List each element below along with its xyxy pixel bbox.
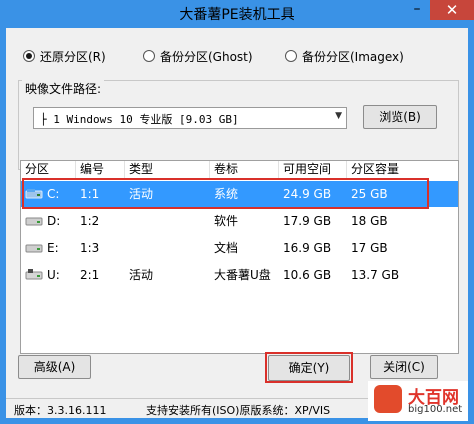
mode-backup-ghost[interactable]: 备份分区(Ghost) [143, 47, 253, 65]
close-window-button[interactable]: ✕ [430, 0, 474, 20]
column-header-type[interactable]: 类型 [125, 161, 210, 178]
partition-drive: E: [47, 241, 59, 255]
chevron-down-icon[interactable]: ▼ [335, 111, 342, 121]
hard-drive-icon [25, 244, 43, 253]
column-header-label[interactable]: 卷标 [210, 161, 279, 178]
image-path-select[interactable]: ├ 1 Windows 10 专业版 [9.03 GB] ▼ [33, 107, 347, 129]
confirm-highlight [265, 352, 353, 383]
partition-drive: U: [47, 268, 60, 282]
column-header-number[interactable]: 编号 [76, 161, 125, 178]
table-row[interactable]: E: 1:3 文档 16.9 GB 17 GB [21, 235, 458, 261]
partition-size: 17 GB [351, 241, 388, 255]
status-info: 支持安装所有(ISO)原版系统：XP/VIS [146, 404, 331, 417]
selected-row-highlight [22, 178, 429, 209]
usb-drive-icon [25, 269, 43, 280]
radio-backup-imagex[interactable] [285, 50, 297, 62]
partition-label: 文档 [214, 241, 239, 255]
partition-drive: D: [47, 214, 61, 228]
column-header-capacity[interactable]: 分区容量 [347, 161, 458, 178]
radio-backup-ghost[interactable] [143, 50, 155, 62]
radio-restore[interactable] [23, 50, 35, 62]
mode-restore[interactable]: 还原分区(R) [23, 47, 106, 65]
partition-free: 16.9 GB [283, 241, 332, 255]
table-row[interactable]: D: 1:2 软件 17.9 GB 18 GB [21, 208, 458, 234]
column-header-free-space[interactable]: 可用空间 [279, 161, 347, 178]
partition-size: 13.7 GB [351, 268, 400, 282]
radio-backup-imagex-label[interactable]: 备份分区(Imagex) [302, 48, 404, 65]
table-row[interactable]: U: 2:1 活动 大番薯U盘 10.6 GB 13.7 GB [21, 262, 458, 288]
watermark: 大百网 big100.net [368, 381, 468, 421]
watermark-url: big100.net [408, 404, 463, 415]
mode-backup-imagex[interactable]: 备份分区(Imagex) [285, 47, 404, 65]
advanced-button[interactable]: 高级(A) [18, 355, 91, 379]
window-title: 大番薯PE装机工具 [179, 7, 295, 23]
hard-drive-icon [25, 217, 43, 226]
browse-button[interactable]: 浏览(B) [363, 105, 437, 129]
column-header-partition[interactable]: 分区 [21, 161, 76, 178]
partition-label: 大番薯U盘 [214, 268, 271, 282]
brand-logo-icon [374, 385, 402, 413]
image-path-label: 映像文件路径: [22, 80, 105, 97]
radio-restore-label[interactable]: 还原分区(R) [40, 48, 106, 65]
partition-free: 10.6 GB [283, 268, 332, 282]
partition-label: 软件 [214, 214, 239, 228]
partition-number: 2:1 [80, 268, 100, 282]
partition-number: 1:3 [80, 241, 100, 255]
partition-type: 活动 [129, 268, 154, 282]
partition-number: 1:2 [80, 214, 100, 228]
minimize-button[interactable]: – [404, 0, 430, 20]
version-text: 版本：3.3.16.111 [14, 404, 107, 417]
close-button[interactable]: 关闭(C) [370, 355, 438, 379]
app-window: 大番薯PE装机工具 – ✕ 还原分区(R) 备份分区(Ghost) 备份分区(I… [0, 0, 474, 424]
title-bar[interactable]: 大番薯PE装机工具 – ✕ [0, 0, 474, 28]
partition-free: 17.9 GB [283, 214, 332, 228]
partition-size: 18 GB [351, 214, 388, 228]
window-client-area: 还原分区(R) 备份分区(Ghost) 备份分区(Imagex) 映像文件路径:… [6, 28, 468, 418]
image-path-value: ├ 1 Windows 10 专业版 [9.03 GB] [40, 113, 239, 126]
radio-backup-ghost-label[interactable]: 备份分区(Ghost) [160, 48, 253, 65]
